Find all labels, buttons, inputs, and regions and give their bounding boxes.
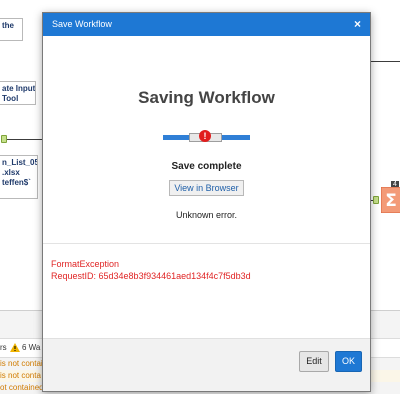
error-icon: ! [199, 130, 211, 142]
progress-bar: ! [163, 130, 250, 142]
dialog-heading: Saving Workflow [138, 88, 275, 107]
connector-line [7, 139, 42, 140]
exception-type: FormatException [51, 259, 120, 269]
save-workflow-dialog: Save Workflow × Saving Workflow ! Save c… [42, 12, 371, 392]
dialog-title: Save Workflow [52, 19, 112, 29]
errors-filter[interactable]: rs [0, 343, 7, 352]
workflow-tool-excel[interactable]: n_List_05 .xlsx teffen$` [0, 155, 38, 199]
dialog-titlebar[interactable]: Save Workflow × [43, 13, 370, 36]
edit-button[interactable]: Edit [299, 351, 329, 372]
sum-glyph: Σ [385, 191, 397, 211]
tool-label: ate Input Tool [2, 84, 36, 103]
close-icon[interactable]: × [354, 17, 361, 31]
connector-line [369, 61, 400, 62]
workflow-tool-1[interactable]: the [0, 18, 23, 41]
tool-input-anchor[interactable] [373, 196, 379, 204]
ok-button[interactable]: OK [335, 351, 362, 372]
sum-tool-icon[interactable]: Σ [381, 187, 400, 213]
workflow-tool-input[interactable]: ate Input Tool [0, 81, 36, 105]
tool-label: the [2, 21, 14, 30]
warnings-filter[interactable]: 6 Wa [22, 343, 40, 352]
warning-icon [10, 343, 20, 354]
save-status: Save complete [171, 161, 242, 172]
error-message: Unknown error. [175, 210, 238, 220]
view-in-browser-button[interactable]: View in Browser [169, 180, 244, 196]
divider [43, 243, 370, 244]
request-id: RequestID: 65d34e8b3f934461aed134f4c7f5d… [51, 271, 251, 281]
tool-label: n_List_05 .xlsx teffen$` [2, 158, 38, 187]
